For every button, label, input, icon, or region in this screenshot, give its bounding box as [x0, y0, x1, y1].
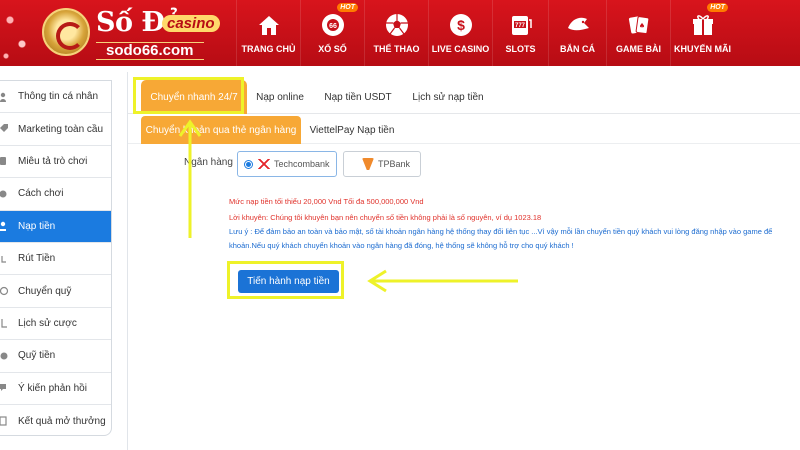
feedback-icon	[0, 383, 18, 393]
tab-deposit-history[interactable]: Lịch sử nạp tiền	[406, 80, 490, 114]
home-icon	[256, 12, 282, 38]
sidebar-item-label: Rút Tiền	[18, 253, 56, 265]
dollar-coin-icon: $	[448, 12, 474, 38]
sidebar-item-label: Miêu tả trò chơi	[18, 155, 88, 167]
history-icon	[0, 318, 18, 329]
bank-option-techcombank[interactable]: Techcombank	[237, 151, 337, 177]
refresh-icon	[0, 286, 18, 296]
tag-icon	[0, 124, 18, 134]
list-icon	[0, 416, 18, 426]
sidebar-item-withdraw[interactable]: Rút Tiền	[0, 243, 111, 276]
nav-item-label: THỂ THAO	[373, 44, 420, 54]
hot-badge: HOT	[707, 3, 728, 12]
deposit-caution-note: Lưu ý : Để đảm bảo an toàn và bảo mật, s…	[229, 227, 773, 236]
tab-usdt-deposit[interactable]: Nạp tiền USDT	[320, 80, 396, 114]
sidebar-item-profile[interactable]: Thông tin cá nhân	[0, 81, 111, 114]
gamepad-icon	[0, 156, 18, 166]
account-sidebar: Thông tin cá nhân Marketing toàn cầu Miê…	[0, 80, 112, 436]
user-icon	[0, 92, 18, 102]
sidebar-item-label: Chuyển quỹ	[18, 285, 72, 297]
nav-item-label: XỔ SỐ	[318, 44, 347, 54]
sidebar-item-label: Nạp tiền	[18, 220, 56, 232]
nav-item-live-casino[interactable]: $ LIVE CASINO	[428, 0, 492, 66]
nav-item-label: BẮN CÁ	[560, 44, 595, 54]
tab-fast-transfer[interactable]: Chuyển nhanh 24/7	[141, 80, 247, 114]
sidebar-item-deposit[interactable]: Nạp tiền	[0, 210, 111, 243]
logo-domain-text: sodo66.com	[96, 42, 204, 60]
bank-field-label: Ngân hàng	[184, 157, 233, 168]
logo-emblem-icon	[42, 8, 90, 56]
deposit-caution-note-2: khoản.Nếu quý khách chuyển khoản vào ngâ…	[229, 241, 574, 250]
sidebar-item-transfer[interactable]: Chuyển quỹ	[0, 275, 111, 308]
money-icon	[0, 351, 18, 361]
sidebar-item-label: Ý kiến phản hồi	[18, 382, 87, 394]
nav-item-sports[interactable]: THỂ THAO	[364, 0, 428, 66]
lottery-ball-icon: 66	[320, 12, 346, 38]
hot-badge: HOT	[337, 3, 358, 12]
nav-item-slots[interactable]: 777 SLOTS	[492, 0, 548, 66]
deposit-method-tabs: Chuyển nhanh 24/7 Nạp online Nạp tiền US…	[128, 80, 800, 114]
deposit-panel: Chuyển nhanh 24/7 Nạp online Nạp tiền US…	[127, 72, 800, 450]
nav-item-label: SLOTS	[505, 44, 536, 54]
nav-item-home[interactable]: TRANG CHỦ	[236, 0, 300, 66]
svg-text:♠: ♠	[638, 22, 644, 30]
sidebar-item-results[interactable]: Kết quả mở thưởng	[0, 405, 111, 437]
sidebar-item-marketing[interactable]: Marketing toàn cầu	[0, 113, 111, 146]
nav-item-label: LIVE CASINO	[431, 44, 490, 54]
sidebar-item-label: Marketing toàn cầu	[18, 123, 104, 135]
playing-cards-icon: ♠	[626, 12, 652, 38]
sidebar-item-feedback[interactable]: Ý kiến phản hồi	[0, 373, 111, 405]
plum-blossom-decoration	[0, 0, 40, 66]
wallet-icon	[0, 254, 18, 264]
nav-item-label: TRANG CHỦ	[241, 44, 296, 54]
svg-text:777: 777	[514, 23, 525, 29]
hand-coin-icon	[0, 221, 18, 232]
fish-icon	[565, 12, 591, 38]
nav-item-label: KHUYẾN MÃI	[673, 44, 731, 54]
site-logo[interactable]: Số Đỏ casino sodo66.com	[42, 4, 222, 62]
sidebar-item-label: Cách chơi	[18, 188, 64, 200]
nav-item-promotions[interactable]: HOT KHUYẾN MÃI	[670, 0, 734, 66]
tab-viettelpay[interactable]: ViettelPay Nạp tiền	[306, 116, 398, 144]
tab-bank-card-transfer[interactable]: Chuyển khoản qua thẻ ngân hàng	[141, 116, 301, 144]
svg-text:$: $	[457, 17, 465, 33]
svg-text:66: 66	[329, 23, 337, 30]
soccer-ball-icon	[384, 12, 410, 38]
sidebar-item-bet-history[interactable]: Lịch sử cược	[0, 308, 111, 341]
gift-icon	[690, 12, 716, 38]
nav-item-card-games[interactable]: ♠ GAME BÀI	[606, 0, 670, 66]
main-nav: TRANG CHỦ HOT 66 XỔ SỐ THỂ THAO $ LIVE C…	[236, 0, 734, 66]
submit-deposit-button[interactable]: Tiến hành nạp tiền	[238, 270, 339, 293]
bank-option-tpbank[interactable]: TPBank	[343, 151, 421, 177]
bank-name: Techcombank	[274, 159, 330, 169]
sidebar-item-label: Quỹ tiền	[18, 350, 56, 362]
tpbank-logo-icon	[362, 158, 374, 170]
slot-machine-icon: 777	[508, 12, 534, 38]
deposit-advice-note: Lời khuyên: Chúng tôi khuyên bạn nên chu…	[229, 213, 542, 222]
circle-icon	[0, 189, 18, 199]
nav-item-fishing[interactable]: BẮN CÁ	[548, 0, 606, 66]
site-header: Số Đỏ casino sodo66.com TRANG CHỦ HOT 66…	[0, 0, 800, 66]
transfer-type-tabs: Chuyển khoản qua thẻ ngân hàng ViettelPa…	[128, 116, 800, 144]
nav-item-lottery[interactable]: HOT 66 XỔ SỐ	[300, 0, 364, 66]
sidebar-item-label: Thông tin cá nhân	[18, 91, 99, 103]
sidebar-item-label: Lịch sử cược	[18, 317, 77, 329]
deposit-limit-note: Mức nạp tiền tối thiểu 20,000 Vnd Tối đa…	[229, 197, 424, 206]
tab-online-deposit[interactable]: Nạp online	[248, 80, 312, 114]
sidebar-item-game-description[interactable]: Miêu tả trò chơi	[0, 146, 111, 179]
nav-item-label: GAME BÀI	[616, 44, 661, 54]
bank-name: TPBank	[378, 159, 411, 169]
radio-selected-icon	[244, 159, 253, 169]
techcombank-logo-icon	[258, 159, 270, 169]
logo-casino-text: casino	[162, 15, 220, 32]
sidebar-item-how-to-play[interactable]: Cách chơi	[0, 178, 111, 211]
sidebar-item-label: Kết quả mở thưởng	[18, 415, 106, 427]
sidebar-item-funds[interactable]: Quỹ tiền	[0, 340, 111, 373]
